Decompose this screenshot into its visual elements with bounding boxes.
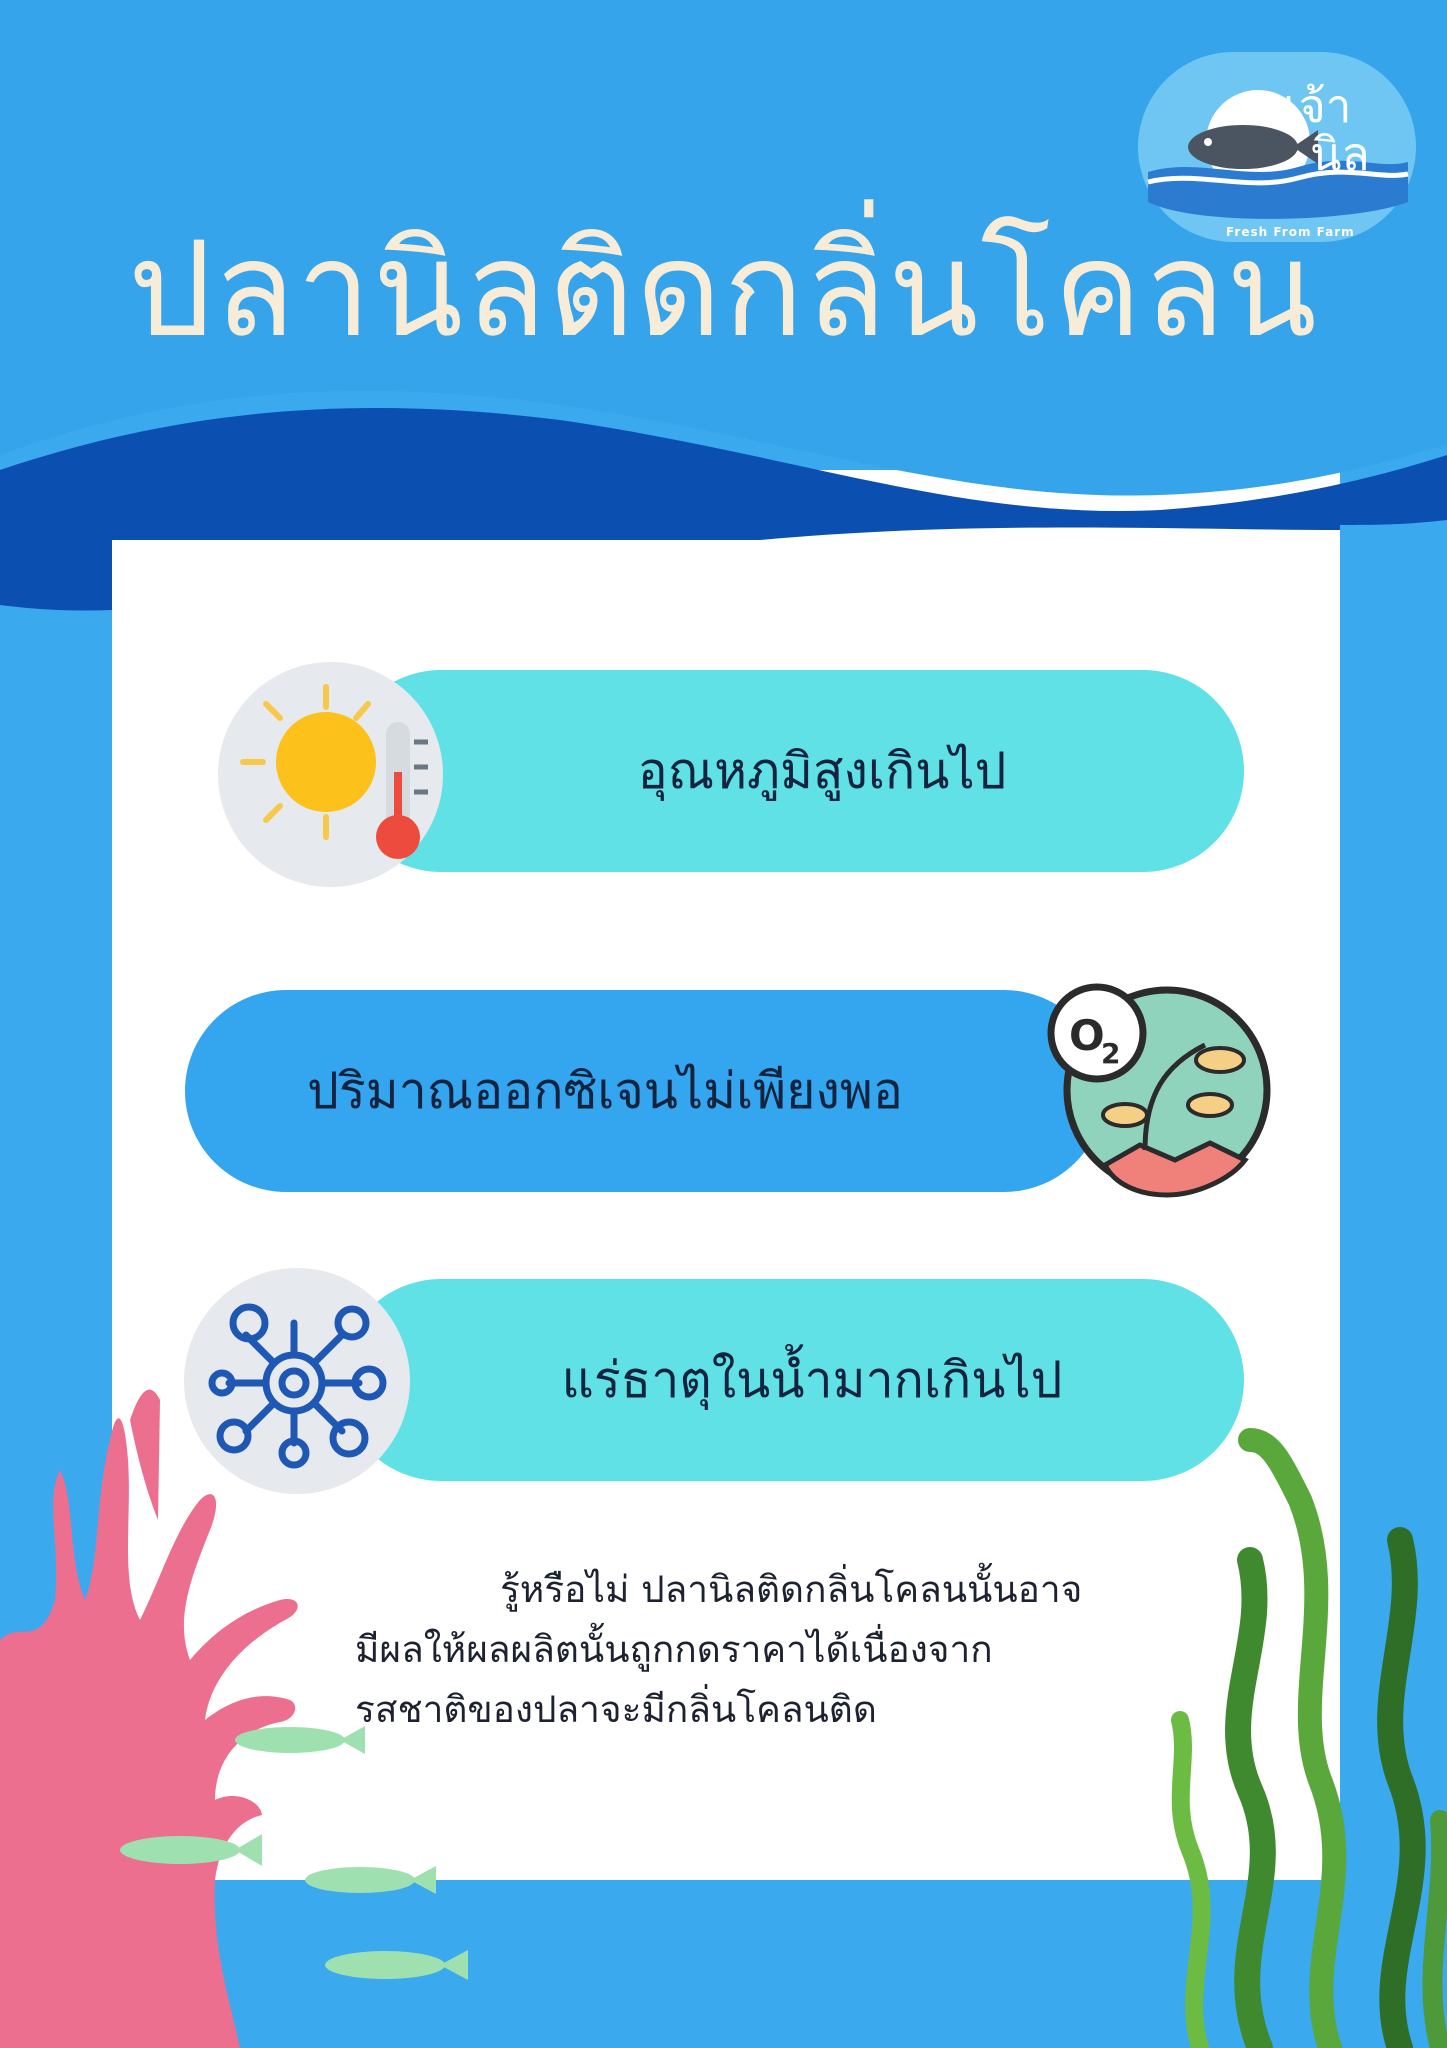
cause-label: แร่ธาตุในน้ำมากเกินไป xyxy=(561,1350,1063,1409)
fact-line-2: มีผลให้ผลผลิตนั้นถูกกดราคาได้เนื่องจาก xyxy=(355,1628,993,1671)
sun-thermometer-icon xyxy=(218,662,443,887)
fact-line-1: รู้หรือไม่ ปลานิลติดกลิ่นโคลนนั้นอาจ xyxy=(500,1568,1083,1611)
cause-card-oxygen: ปริมาณออกซิเจนไม่เพียงพอ xyxy=(185,990,1105,1192)
logo-name-line2: นิล xyxy=(1310,127,1370,181)
fact-line-3: รสชาติของปลาจะมีกลิ่นโคลนติด xyxy=(355,1688,877,1731)
cause-card-minerals: แร่ธาตุในน้ำมากเกินไป xyxy=(340,1279,1244,1481)
oxygen-plants-icon: O 2 xyxy=(1047,983,1271,1198)
poster: เจ้า นิล Fresh From Farm ปลานิลติดกลิ่นโ… xyxy=(0,0,1447,2048)
svg-text:2: 2 xyxy=(1101,1037,1120,1070)
mineral-molecule-icon xyxy=(184,1268,410,1494)
svg-text:O: O xyxy=(1069,1011,1105,1060)
page-title: ปลานิลติดกลิ่นโคลน xyxy=(128,213,1319,367)
cause-label: อุณหภูมิสูงเกินไป xyxy=(637,741,1007,800)
fish-icon xyxy=(1188,125,1298,169)
fact-paragraph: รู้หรือไม่ ปลานิลติดกลิ่นโคลนนั้นอาจ มีผ… xyxy=(355,1560,1215,1740)
cause-card-temperature: อุณหภูมิสูงเกินไป xyxy=(340,670,1244,872)
cause-label: ปริมาณออกซิเจนไม่เพียงพอ xyxy=(307,1061,903,1120)
